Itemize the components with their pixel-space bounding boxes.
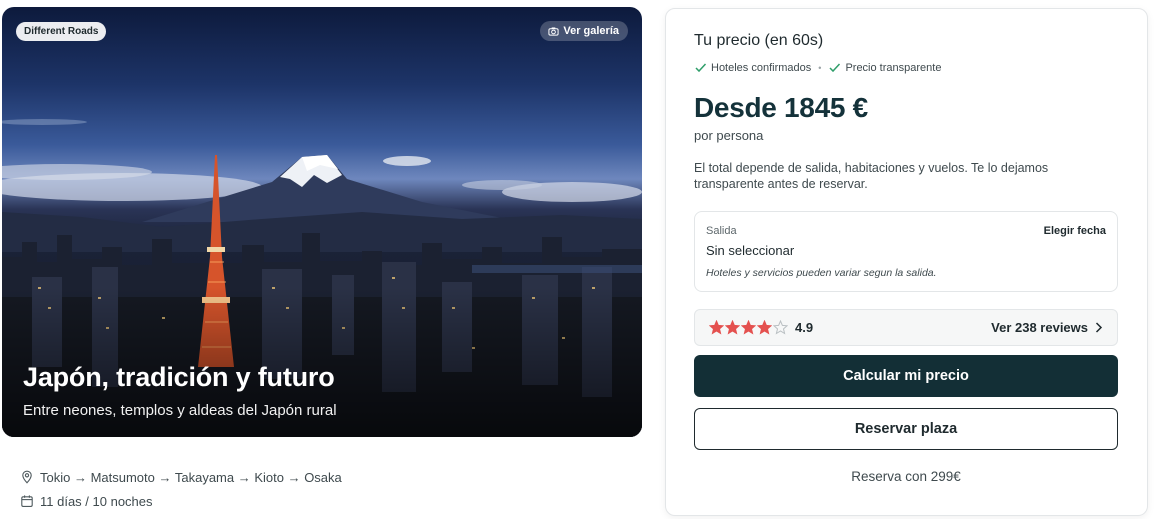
star-filled-icon [709, 320, 724, 335]
check-hotels: Hoteles confirmados [694, 61, 811, 74]
deposit-text: Reserva con 299€ [851, 469, 961, 484]
trip-title: Japón, tradición y futuro [23, 362, 335, 392]
departure-label: Salida [706, 225, 737, 237]
chevron-right-icon [1095, 322, 1103, 333]
trip-meta: Tokio → Matsumoto → Takayama → Kioto → O… [20, 465, 342, 513]
trip-subtitle: Entre neones, templos y aldeas del Japón… [23, 402, 337, 419]
per-person-label: por persona [694, 128, 764, 143]
reviews-link-label: Ver 238 reviews [991, 320, 1088, 335]
route-row: Tokio → Matsumoto → Takayama → Kioto → O… [20, 465, 342, 489]
departure-value: Sin seleccionar [706, 243, 795, 258]
calendar-icon [21, 495, 33, 507]
card-title: Tu precio (en 60s) [694, 32, 824, 49]
duration-text: 11 días / 10 noches [40, 493, 153, 509]
book-seat-button[interactable]: Reservar plaza [694, 408, 1118, 450]
map-pin-icon [22, 470, 32, 484]
reviews-link[interactable]: Ver 238 reviews [991, 320, 1103, 335]
price-value: Desde 1845 € [694, 92, 868, 123]
star-rating [709, 320, 788, 335]
departure-selector[interactable]: Salida Elegir fecha Sin seleccionar Hote… [694, 211, 1118, 292]
check-price-label: Precio transparente [845, 61, 942, 74]
check-icon [829, 63, 841, 73]
rating-score: 4.9 [795, 320, 814, 335]
departure-note: Hoteles y servicios pueden variar segun … [706, 267, 937, 279]
star-filled-icon [725, 320, 740, 335]
star-empty-icon [773, 320, 788, 335]
price-card: Tu precio (en 60s) Hoteles confirmados •… [665, 8, 1148, 516]
check-price: Precio transparente [828, 61, 941, 74]
separator-dot: • [818, 62, 822, 73]
star-filled-icon [741, 320, 756, 335]
check-hotels-label: Hoteles confirmados [711, 61, 812, 74]
view-gallery-label: Ver galería [563, 25, 619, 37]
check-icon [695, 63, 707, 73]
route-text: Tokio → Matsumoto → Takayama → Kioto → O… [40, 469, 342, 485]
view-gallery-button[interactable]: Ver galería [540, 21, 628, 41]
hero-image: Different Roads Ver galería Japón, tradi… [2, 7, 642, 437]
calculate-price-button[interactable]: Calcular mi precio [694, 355, 1118, 397]
star-filled-icon [757, 320, 772, 335]
camera-icon [548, 26, 559, 36]
price-description: El total depende de salida, habitaciones… [694, 161, 1049, 191]
rating-bar: 4.9 Ver 238 reviews [694, 309, 1118, 346]
choose-date-link[interactable]: Elegir fecha [1044, 225, 1106, 237]
trust-checks: Hoteles confirmados • Precio transparent… [694, 61, 941, 74]
duration-row: 11 días / 10 noches [20, 489, 342, 513]
brand-badge: Different Roads [16, 22, 107, 41]
